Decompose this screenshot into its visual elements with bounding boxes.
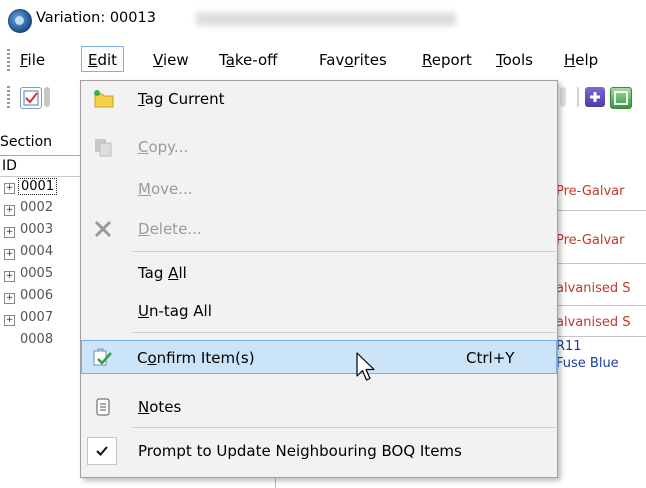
menu-item-delete[interactable]: Delete... — [83, 213, 555, 245]
mouse-cursor-icon — [356, 352, 375, 381]
row-divider — [556, 263, 646, 264]
tree-row-id: 0005 — [20, 266, 54, 281]
menu-edit[interactable]: Edit — [81, 46, 125, 72]
notes-icon — [93, 397, 113, 417]
tree-row-id: 0001 — [18, 178, 58, 195]
tree-row-id: 0002 — [20, 200, 54, 215]
item-description: Pre-Galvar — [556, 233, 625, 248]
tag-current-label: Tag Current — [138, 90, 225, 108]
prompt-update-label: Prompt to Update Neighbouring BOQ Items — [138, 442, 462, 460]
menu-report[interactable]: Report — [416, 47, 478, 73]
app-icon — [8, 9, 32, 33]
menu-separator — [133, 427, 555, 428]
confirm-items-label: Confirm Item(s) — [137, 349, 255, 367]
menu-file[interactable]: File — [14, 47, 51, 73]
toolbar-separator — [577, 87, 579, 107]
copy-icon — [93, 137, 113, 157]
menu-item-tag-all[interactable]: Tag All — [83, 257, 555, 289]
row-divider — [556, 305, 646, 306]
item-description: R11 — [556, 339, 582, 354]
menu-take-off[interactable]: Take-off — [213, 47, 283, 73]
tag-current-icon — [93, 89, 114, 109]
checkmark-icon — [87, 437, 117, 465]
delete-label: Delete... — [138, 220, 202, 238]
add-item-tool-icon[interactable] — [585, 87, 605, 107]
move-label: Move... — [138, 180, 193, 198]
refresh-tool-icon[interactable] — [610, 87, 632, 109]
expand-icon[interactable]: + — [4, 271, 15, 282]
untag-all-label: Un-tag All — [138, 302, 212, 320]
section-label: Section — [0, 134, 53, 150]
title-bar: Variation: 00013 — [0, 0, 646, 40]
menu-bar: File Edit View Take-off Favorites Report… — [0, 43, 646, 77]
tree-row-id: 0007 — [20, 310, 54, 325]
tree-row-id: 0003 — [20, 222, 54, 237]
menubar-grip-icon[interactable] — [7, 49, 10, 71]
expand-icon[interactable]: + — [4, 183, 15, 194]
expand-icon[interactable]: + — [4, 249, 15, 260]
tree-row-id: 0006 — [20, 288, 54, 303]
confirm-items-shortcut: Ctrl+Y — [466, 349, 515, 367]
menu-item-tag-current[interactable]: Tag Current — [83, 83, 555, 115]
window-title: Variation: 00013 — [36, 10, 156, 26]
toolbar-partial-icon[interactable] — [560, 87, 566, 107]
clipboard-tool-icon[interactable] — [44, 87, 50, 107]
edit-dropdown-menu: Tag Current Copy... Move... Delete... Ta… — [80, 80, 558, 478]
menu-view[interactable]: View — [147, 47, 195, 73]
item-description: Fuse Blue — [556, 356, 619, 371]
expand-icon[interactable]: + — [4, 293, 15, 304]
item-description: alvanised S — [556, 315, 631, 330]
id-header-label: ID — [2, 158, 17, 174]
expand-icon[interactable]: + — [4, 205, 15, 216]
tree-row-id: 0004 — [20, 244, 54, 259]
menu-separator — [133, 251, 555, 252]
row-divider — [556, 336, 646, 337]
notes-label: Notes — [138, 398, 182, 416]
checkbox-tool-icon[interactable] — [20, 87, 42, 109]
item-description: alvanised S — [556, 281, 631, 296]
delete-icon — [93, 219, 113, 239]
menu-item-move[interactable]: Move... — [83, 173, 555, 205]
copy-label: Copy... — [138, 138, 189, 156]
menu-separator — [133, 332, 555, 333]
menu-favorites[interactable]: Favorites — [313, 47, 393, 73]
expand-icon[interactable]: + — [4, 315, 15, 326]
tag-all-label: Tag All — [138, 264, 187, 282]
menu-item-copy[interactable]: Copy... — [83, 131, 555, 163]
tree-row-id: 0008 — [20, 332, 54, 347]
menu-item-prompt-update[interactable]: Prompt to Update Neighbouring BOQ Items — [83, 435, 555, 467]
row-divider — [556, 210, 646, 211]
menu-help[interactable]: Help — [558, 47, 604, 73]
menu-item-confirm-items[interactable]: Confirm Item(s) Ctrl+Y — [81, 340, 557, 374]
menu-item-notes[interactable]: Notes — [83, 391, 555, 423]
menu-tools[interactable]: Tools — [490, 47, 539, 73]
toolbar-grip-icon[interactable] — [7, 86, 10, 108]
confirm-items-icon — [92, 348, 112, 368]
menu-item-untag-all[interactable]: Un-tag All — [83, 295, 555, 327]
item-description: Pre-Galvar — [556, 184, 625, 199]
title-blurred-region — [196, 12, 456, 26]
expand-icon[interactable]: + — [4, 227, 15, 238]
